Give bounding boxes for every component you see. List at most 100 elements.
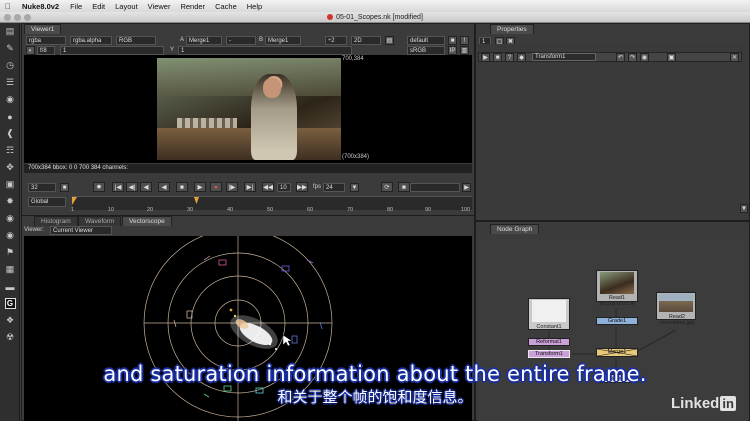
roi-icon[interactable]: ▤ bbox=[385, 36, 394, 45]
deep-tool-icon[interactable]: ◉ bbox=[0, 210, 20, 227]
loop-icon[interactable]: ⟳ bbox=[381, 182, 393, 192]
record-icon[interactable]: ● bbox=[210, 182, 222, 192]
first-frame-icon[interactable]: |◀ bbox=[112, 182, 124, 192]
skip-forward-icon[interactable]: ▶▶ bbox=[296, 182, 308, 192]
time-tool-icon[interactable]: ◷ bbox=[0, 57, 20, 74]
furnace-tool-icon[interactable]: ❖ bbox=[0, 312, 20, 329]
tab-node-graph[interactable]: Node Graph bbox=[490, 224, 540, 234]
prev-frame-icon[interactable]: ◀ bbox=[140, 182, 152, 192]
tab-viewer1[interactable]: Viewer1 bbox=[24, 24, 62, 34]
node-transform1[interactable]: Transform1 bbox=[528, 350, 570, 358]
node-name-field[interactable]: Transform1 bbox=[532, 53, 596, 61]
properties-body bbox=[478, 44, 748, 216]
node-grade1[interactable]: Grade1 bbox=[596, 317, 638, 325]
image-tool-icon[interactable]: ▤ bbox=[0, 23, 20, 40]
gain-field[interactable]: 1 bbox=[60, 46, 164, 55]
lock-icon[interactable]: ■ bbox=[448, 36, 457, 45]
lut-select[interactable]: default bbox=[407, 36, 445, 45]
tab-waveform[interactable]: Waveform bbox=[78, 216, 122, 226]
b-input-select[interactable]: Merge1 bbox=[265, 36, 301, 45]
node-merge1[interactable]: Merge1 bbox=[596, 348, 638, 357]
increment-field[interactable]: 10 bbox=[277, 183, 291, 192]
next-keyframe-icon[interactable]: |▶ bbox=[226, 182, 238, 192]
bookend-icon[interactable]: ✸ bbox=[93, 182, 105, 192]
keyer-tool-icon[interactable]: ❰ bbox=[0, 125, 20, 142]
alpha-select[interactable]: rgba.alpha bbox=[70, 36, 112, 45]
last-frame-icon[interactable]: ▶| bbox=[244, 182, 256, 192]
minimize-icon[interactable] bbox=[14, 14, 21, 21]
menu-viewer[interactable]: Viewer bbox=[143, 2, 176, 11]
range-mode-select[interactable]: Global bbox=[28, 197, 66, 207]
menu-edit[interactable]: Edit bbox=[87, 2, 110, 11]
playback-range-icon[interactable]: ■ bbox=[398, 182, 410, 192]
node-pin-icon[interactable]: ◆ bbox=[517, 53, 526, 62]
3d-tool-icon[interactable]: ▣ bbox=[0, 176, 20, 193]
fstop-field[interactable]: f/8 bbox=[37, 46, 55, 55]
view-mode-select[interactable]: 2D bbox=[351, 36, 381, 45]
app-menu[interactable]: Nuke8.0v2 bbox=[16, 2, 65, 11]
filter-tool-icon[interactable]: ● bbox=[0, 108, 20, 125]
node-reformat1[interactable]: Reformat1 bbox=[528, 338, 570, 346]
node-color-icon[interactable]: ■ bbox=[493, 53, 502, 62]
views-tool-icon[interactable]: ◉ bbox=[0, 227, 20, 244]
downrez-select[interactable]: ÷2 bbox=[325, 36, 347, 45]
clip-warning-icon[interactable]: ▥ bbox=[460, 46, 469, 55]
float-panel-icon[interactable]: ▣ bbox=[667, 53, 676, 62]
gamma-field[interactable]: 1 bbox=[178, 46, 352, 55]
draw-tool-icon[interactable]: ✎ bbox=[0, 40, 20, 57]
menu-file[interactable]: File bbox=[65, 2, 87, 11]
tab-vectorscope[interactable]: Vectorscope bbox=[122, 216, 172, 226]
frame-field[interactable]: 32 bbox=[28, 183, 56, 192]
toolsets-tool-icon[interactable]: ▦ bbox=[0, 261, 20, 278]
a-input-select[interactable]: Merge1 bbox=[186, 36, 222, 45]
skip-back-icon[interactable]: ◀◀ bbox=[262, 182, 274, 192]
zoom-icon[interactable] bbox=[24, 14, 31, 21]
close-icon[interactable] bbox=[4, 14, 11, 21]
node-toggle-icon[interactable]: ▶ bbox=[481, 53, 490, 62]
node-help-icon[interactable]: ? bbox=[505, 53, 514, 62]
transform-tool-icon[interactable]: ✥ bbox=[0, 159, 20, 176]
tab-histogram[interactable]: Histogram bbox=[34, 216, 78, 226]
stop-icon[interactable]: ■ bbox=[176, 182, 188, 192]
read2-file: mountains.jpg bbox=[659, 320, 695, 326]
timeline-current-marker[interactable] bbox=[194, 197, 199, 204]
scope-viewer-select[interactable]: Current Viewer bbox=[50, 226, 112, 235]
revert-icon[interactable]: ◉ bbox=[640, 53, 649, 62]
menu-render[interactable]: Render bbox=[175, 2, 210, 11]
window-controls bbox=[4, 14, 31, 21]
undo-icon[interactable]: ↶ bbox=[616, 53, 625, 62]
particles-tool-icon[interactable]: ✸ bbox=[0, 193, 20, 210]
gizmo-tool-icon[interactable]: G bbox=[0, 295, 20, 312]
wipe-mode-select[interactable]: - bbox=[226, 36, 256, 45]
properties-scroll-icon[interactable]: ▼ bbox=[740, 204, 748, 213]
input-process-icon[interactable]: IP bbox=[448, 46, 457, 55]
mouse-cursor-icon bbox=[282, 334, 293, 347]
merge-tool-icon[interactable]: ☶ bbox=[0, 142, 20, 159]
in-out-bar[interactable] bbox=[410, 183, 460, 192]
close-panel-icon[interactable]: ✕ bbox=[730, 53, 739, 62]
prev-keyframe-icon[interactable]: ◀| bbox=[126, 182, 138, 192]
fstop-toggle[interactable]: ◐ bbox=[26, 46, 35, 55]
colorspace-select[interactable]: RGB bbox=[116, 36, 156, 45]
play-backward-icon[interactable]: ◀ bbox=[158, 182, 170, 192]
play-forward-icon[interactable]: ▶ bbox=[194, 182, 206, 192]
format-label-bottom: (700x384) bbox=[342, 154, 370, 160]
menu-help[interactable]: Help bbox=[242, 2, 267, 11]
fps-field[interactable]: 24 bbox=[323, 183, 345, 192]
color-tool-icon[interactable]: ◉ bbox=[0, 91, 20, 108]
lut2-select[interactable]: sRGB bbox=[407, 46, 445, 55]
channel-tool-icon[interactable]: ☰ bbox=[0, 74, 20, 91]
channels-select[interactable]: rgba bbox=[26, 36, 66, 45]
menu-cache[interactable]: Cache bbox=[210, 2, 242, 11]
redo-icon[interactable]: ↷ bbox=[628, 53, 637, 62]
lock-frame-icon[interactable]: ■ bbox=[60, 183, 69, 192]
nuke-logo-icon[interactable]: ☢ bbox=[0, 329, 20, 346]
menu-layout[interactable]: Layout bbox=[110, 2, 143, 11]
metadata-tool-icon[interactable]: ⚑ bbox=[0, 244, 20, 261]
fps-menu-icon[interactable]: ▼ bbox=[350, 183, 359, 192]
tab-properties[interactable]: Properties bbox=[490, 24, 534, 34]
other-tool-icon[interactable]: ▬ bbox=[0, 278, 20, 295]
apple-icon[interactable]:  bbox=[0, 2, 16, 11]
timeline-end-icon[interactable]: ▶ bbox=[462, 183, 471, 192]
info-icon[interactable]: ! bbox=[460, 36, 469, 45]
